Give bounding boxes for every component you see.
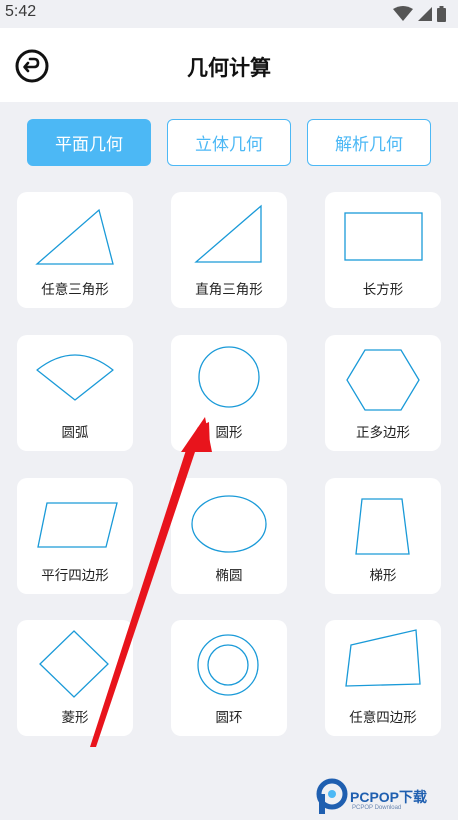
tab-plane-geometry[interactable]: 平面几何 bbox=[27, 119, 151, 166]
shape-label: 长方形 bbox=[362, 282, 404, 298]
shape-card-triangle[interactable]: 任意三角形 bbox=[17, 192, 133, 308]
shape-card-rhombus[interactable]: 菱形 bbox=[17, 620, 133, 736]
shape-card-trapezoid[interactable]: 梯形 bbox=[325, 478, 441, 594]
watermark-logo-icon bbox=[316, 778, 348, 814]
shape-label: 椭圆 bbox=[215, 568, 243, 584]
shape-card-ring[interactable]: 圆环 bbox=[171, 620, 287, 736]
shape-label: 任意三角形 bbox=[41, 282, 109, 298]
tab-analytic-geometry[interactable]: 解析几何 bbox=[307, 119, 431, 166]
app-header: 几何计算 bbox=[0, 28, 458, 102]
shape-card-ellipse[interactable]: 椭圆 bbox=[171, 478, 287, 594]
wifi-icon bbox=[393, 6, 413, 21]
shape-card-right-triangle[interactable]: 直角三角形 bbox=[171, 192, 287, 308]
shape-label: 圆形 bbox=[215, 425, 243, 441]
page-title: 几何计算 bbox=[187, 56, 271, 80]
shape-card-circle[interactable]: 圆形 bbox=[171, 335, 287, 451]
tab-solid-geometry[interactable]: 立体几何 bbox=[167, 119, 291, 166]
shape-label: 平行四边形 bbox=[41, 568, 109, 584]
watermark-text: PCPOP下载 bbox=[350, 789, 428, 805]
shape-label: 梯形 bbox=[369, 568, 397, 584]
shape-label: 正多边形 bbox=[356, 425, 410, 441]
shape-card-rectangle[interactable]: 长方形 bbox=[325, 192, 441, 308]
shape-label: 菱形 bbox=[61, 710, 89, 726]
battery-icon bbox=[437, 6, 446, 22]
shape-label: 圆弧 bbox=[61, 425, 89, 441]
shape-label: 直角三角形 bbox=[195, 282, 263, 298]
shape-card-parallelogram[interactable]: 平行四边形 bbox=[17, 478, 133, 594]
status-time: 5:42 bbox=[5, 3, 37, 20]
status-bar: 5:42 bbox=[0, 0, 458, 28]
shape-card-quadrilateral[interactable]: 任意四边形 bbox=[325, 620, 441, 736]
shape-card-arc[interactable]: 圆弧 bbox=[17, 335, 133, 451]
signal-icon bbox=[418, 7, 432, 21]
watermark-subtext: PCPOP Download bbox=[352, 805, 402, 811]
status-icons bbox=[393, 5, 446, 23]
shape-label: 圆环 bbox=[215, 710, 243, 726]
watermark: PCPOP下载 PCPOP Download bbox=[316, 778, 458, 818]
shape-label: 任意四边形 bbox=[349, 710, 417, 726]
shape-card-regular-polygon[interactable]: 正多边形 bbox=[325, 335, 441, 451]
